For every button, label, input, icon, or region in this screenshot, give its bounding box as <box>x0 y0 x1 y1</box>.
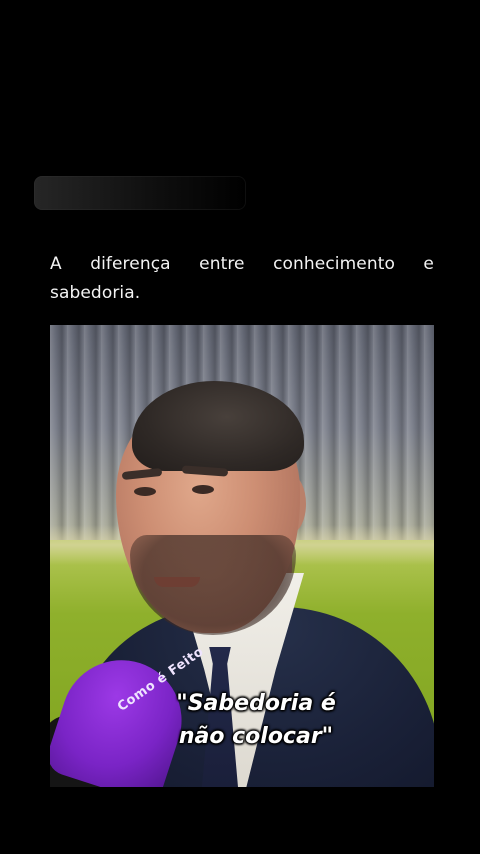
subtitle-line-1: "Sabedoria é <box>176 691 336 716</box>
speaker-left-eye <box>134 487 156 496</box>
collapsed-header-bar <box>34 176 246 210</box>
speaker-mouth <box>154 577 200 587</box>
video-subtitle: "Sabedoria é não colocar" <box>50 687 434 753</box>
post-caption: A diferença entre conhecimento e sabedor… <box>50 254 434 303</box>
speaker-right-eye <box>192 485 214 494</box>
video-player[interactable]: Como é Feito "Sabedoria é não colocar" <box>50 325 434 787</box>
subtitle-line-2: não colocar" <box>178 724 334 749</box>
